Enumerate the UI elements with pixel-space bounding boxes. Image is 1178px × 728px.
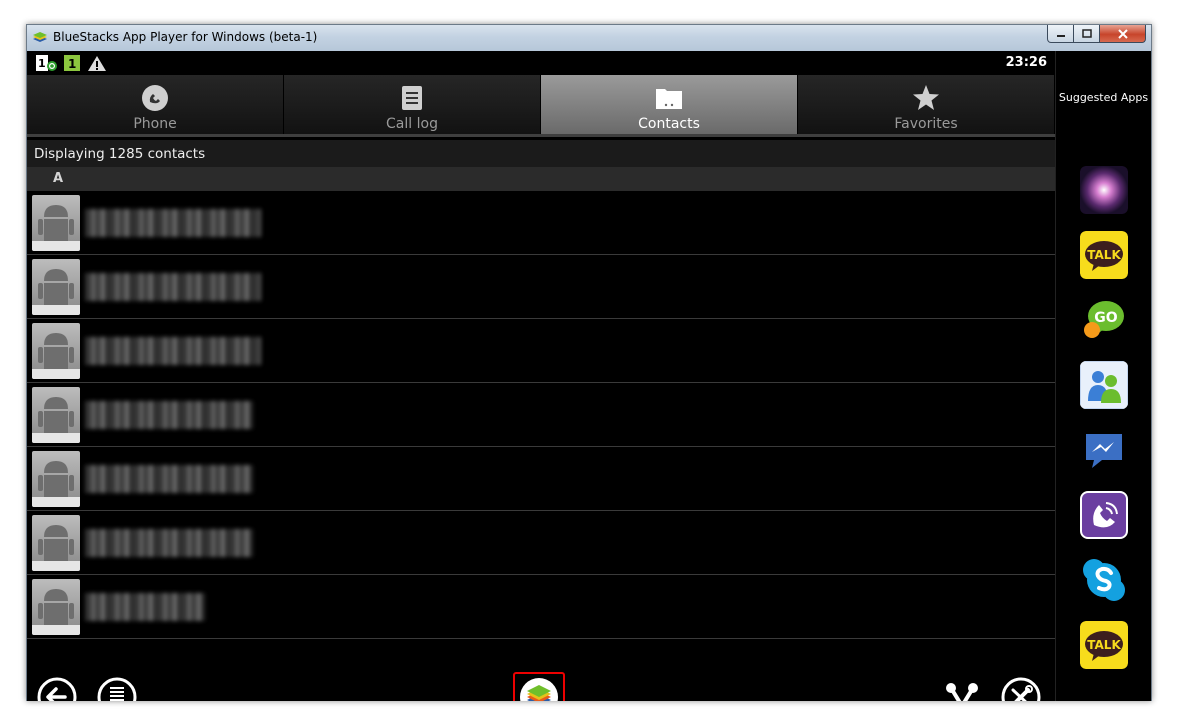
tab-label: Call log bbox=[386, 116, 438, 132]
go-chat-label: GO bbox=[1094, 310, 1117, 326]
contacts-icon bbox=[656, 89, 682, 109]
tab-label: Favorites bbox=[894, 116, 958, 132]
contact-row[interactable] bbox=[27, 511, 1055, 575]
contact-row[interactable] bbox=[27, 319, 1055, 383]
settings-tools-button[interactable] bbox=[1000, 676, 1042, 701]
avatar-label-strip bbox=[32, 369, 80, 379]
contact-name-redacted bbox=[85, 273, 261, 301]
contact-row[interactable] bbox=[27, 447, 1055, 511]
contact-avatar[interactable] bbox=[32, 451, 80, 507]
avatar-label-strip bbox=[32, 561, 80, 571]
bluestacks-logo-icon bbox=[527, 685, 551, 701]
warning-icon bbox=[88, 56, 106, 71]
back-button[interactable] bbox=[36, 676, 78, 701]
contact-row[interactable] bbox=[27, 255, 1055, 319]
menu-button[interactable] bbox=[96, 676, 138, 701]
tab-label: Contacts bbox=[638, 116, 700, 132]
star-icon bbox=[913, 85, 939, 110]
close-icon bbox=[1117, 28, 1128, 39]
window-title: BlueStacks App Player for Windows (beta-… bbox=[53, 30, 318, 44]
tab-call-log[interactable]: Call log bbox=[284, 75, 541, 134]
go-chat-icon[interactable]: GO bbox=[1080, 296, 1128, 344]
contact-name-redacted bbox=[85, 465, 253, 493]
android-avatar-icon bbox=[38, 461, 74, 497]
call-log-icon bbox=[402, 86, 422, 110]
tab-contacts[interactable]: Contacts bbox=[541, 75, 798, 134]
contact-row[interactable] bbox=[27, 191, 1055, 255]
avatar-label-strip bbox=[32, 305, 80, 315]
bluestacks-nav-bar bbox=[27, 668, 1055, 701]
avatar-label-strip bbox=[32, 433, 80, 443]
close-button[interactable] bbox=[1100, 25, 1146, 43]
sync-notification-icon: 1 bbox=[36, 55, 57, 71]
contact-name-redacted bbox=[85, 209, 261, 237]
viber-icon[interactable] bbox=[1080, 491, 1128, 539]
bluestacks-home-button[interactable] bbox=[513, 672, 565, 701]
contact-name-redacted bbox=[85, 593, 205, 621]
contact-avatar[interactable] bbox=[32, 323, 80, 379]
contact-name-redacted bbox=[85, 337, 261, 365]
facebook-messenger-icon[interactable] bbox=[1080, 426, 1128, 474]
contact-list[interactable] bbox=[27, 191, 1055, 671]
phone-icon bbox=[142, 85, 168, 111]
window-controls bbox=[1047, 25, 1146, 43]
contact-name-redacted bbox=[85, 401, 253, 429]
bluestacks-window: BlueStacks App Player for Windows (beta-… bbox=[26, 24, 1152, 701]
messenger-people-icon[interactable] bbox=[1080, 361, 1128, 409]
skype-icon[interactable] bbox=[1080, 556, 1128, 604]
contact-avatar[interactable] bbox=[32, 515, 80, 571]
android-avatar-icon bbox=[38, 333, 74, 369]
share-button[interactable] bbox=[941, 676, 983, 701]
avatar-label-strip bbox=[32, 241, 80, 251]
android-avatar-icon bbox=[38, 525, 74, 561]
tab-favorites[interactable]: Favorites bbox=[798, 75, 1055, 134]
status-bar: 1 1 23:26 bbox=[27, 51, 1055, 75]
window-titlebar[interactable]: BlueStacks App Player for Windows (beta-… bbox=[27, 25, 1151, 51]
section-header: A bbox=[27, 167, 1055, 191]
bluestacks-logo-icon bbox=[33, 32, 47, 42]
contact-row[interactable] bbox=[27, 575, 1055, 639]
tab-label: Phone bbox=[133, 116, 177, 132]
minimize-button[interactable] bbox=[1047, 25, 1074, 43]
kakaotalk-label: TALK bbox=[1087, 638, 1121, 652]
update-notification-icon: 1 bbox=[64, 55, 80, 71]
svg-text:1: 1 bbox=[38, 57, 46, 70]
android-screen: 1 1 23:26 Phone Call log Contacts Favori… bbox=[27, 51, 1055, 701]
contact-avatar[interactable] bbox=[32, 387, 80, 443]
minimize-icon bbox=[1056, 34, 1065, 37]
kakaotalk-label: TALK bbox=[1087, 248, 1121, 262]
kakaotalk-icon[interactable]: TALK bbox=[1080, 231, 1128, 279]
android-avatar-icon bbox=[38, 397, 74, 433]
avatar-label-strip bbox=[32, 497, 80, 507]
kakaotalk-icon[interactable]: TALK bbox=[1080, 621, 1128, 669]
svg-text:1: 1 bbox=[68, 57, 76, 71]
bluestacks-home-circle bbox=[520, 678, 558, 701]
tab-phone[interactable]: Phone bbox=[27, 75, 284, 134]
android-avatar-icon bbox=[38, 205, 74, 241]
contact-name-redacted bbox=[85, 529, 253, 557]
status-clock: 23:26 bbox=[1005, 55, 1047, 70]
contact-avatar[interactable] bbox=[32, 259, 80, 315]
android-avatar-icon bbox=[38, 269, 74, 305]
suggested-apps-heading: Suggested Apps bbox=[1058, 91, 1149, 104]
contact-avatar[interactable] bbox=[32, 195, 80, 251]
contact-row[interactable] bbox=[27, 383, 1055, 447]
suggested-apps-sidebar: Suggested Apps TALK GO TALK bbox=[1055, 51, 1151, 701]
android-avatar-icon bbox=[38, 589, 74, 625]
maximize-button[interactable] bbox=[1074, 25, 1100, 43]
avatar-label-strip bbox=[32, 625, 80, 635]
tab-bar: Phone Call log Contacts Favorites bbox=[27, 75, 1055, 137]
contacts-count: Displaying 1285 contacts bbox=[27, 140, 1055, 167]
galaxy-app-icon[interactable] bbox=[1080, 166, 1128, 214]
contact-avatar[interactable] bbox=[32, 579, 80, 635]
maximize-icon bbox=[1081, 29, 1092, 38]
